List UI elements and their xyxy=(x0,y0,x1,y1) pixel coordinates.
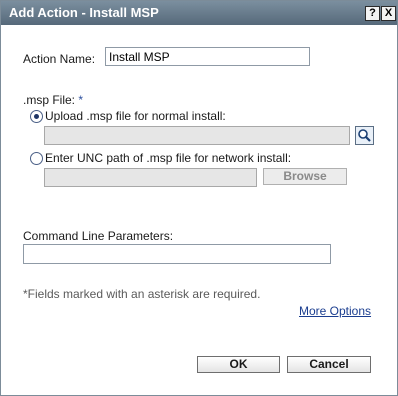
required-fields-note: *Fields marked with an asterisk are requ… xyxy=(23,287,261,301)
msp-file-label-text: .msp File: xyxy=(23,93,76,107)
magnifier-icon xyxy=(358,129,371,142)
upload-file-field[interactable] xyxy=(44,126,350,145)
browse-button[interactable]: Browse xyxy=(263,168,347,185)
unc-option-label: Enter UNC path of .msp file for network … xyxy=(45,151,292,165)
upload-radio[interactable] xyxy=(30,110,43,123)
more-options-link[interactable]: More Options xyxy=(299,304,371,318)
cancel-button[interactable]: Cancel xyxy=(287,356,371,373)
required-marker: * xyxy=(78,93,84,107)
title-bar[interactable]: Add Action - Install MSP ? X xyxy=(1,1,397,25)
dialog-title: Add Action - Install MSP xyxy=(9,5,159,20)
command-line-parameters-input[interactable] xyxy=(23,244,331,264)
help-icon[interactable]: ? xyxy=(365,6,380,21)
ok-button[interactable]: OK xyxy=(197,356,280,373)
close-icon[interactable]: X xyxy=(381,6,396,21)
unc-path-radio[interactable] xyxy=(30,152,43,165)
upload-option-label: Upload .msp file for normal install: xyxy=(45,109,226,123)
action-name-input[interactable] xyxy=(105,47,310,66)
file-search-button[interactable] xyxy=(355,126,374,145)
unc-path-field[interactable] xyxy=(44,168,257,187)
action-name-label: Action Name: xyxy=(23,52,96,66)
install-msp-dialog: Add Action - Install MSP ? X Action Name… xyxy=(0,0,398,396)
command-line-parameters-label: Command Line Parameters: xyxy=(23,229,174,243)
msp-file-label: .msp File: * xyxy=(23,93,83,107)
